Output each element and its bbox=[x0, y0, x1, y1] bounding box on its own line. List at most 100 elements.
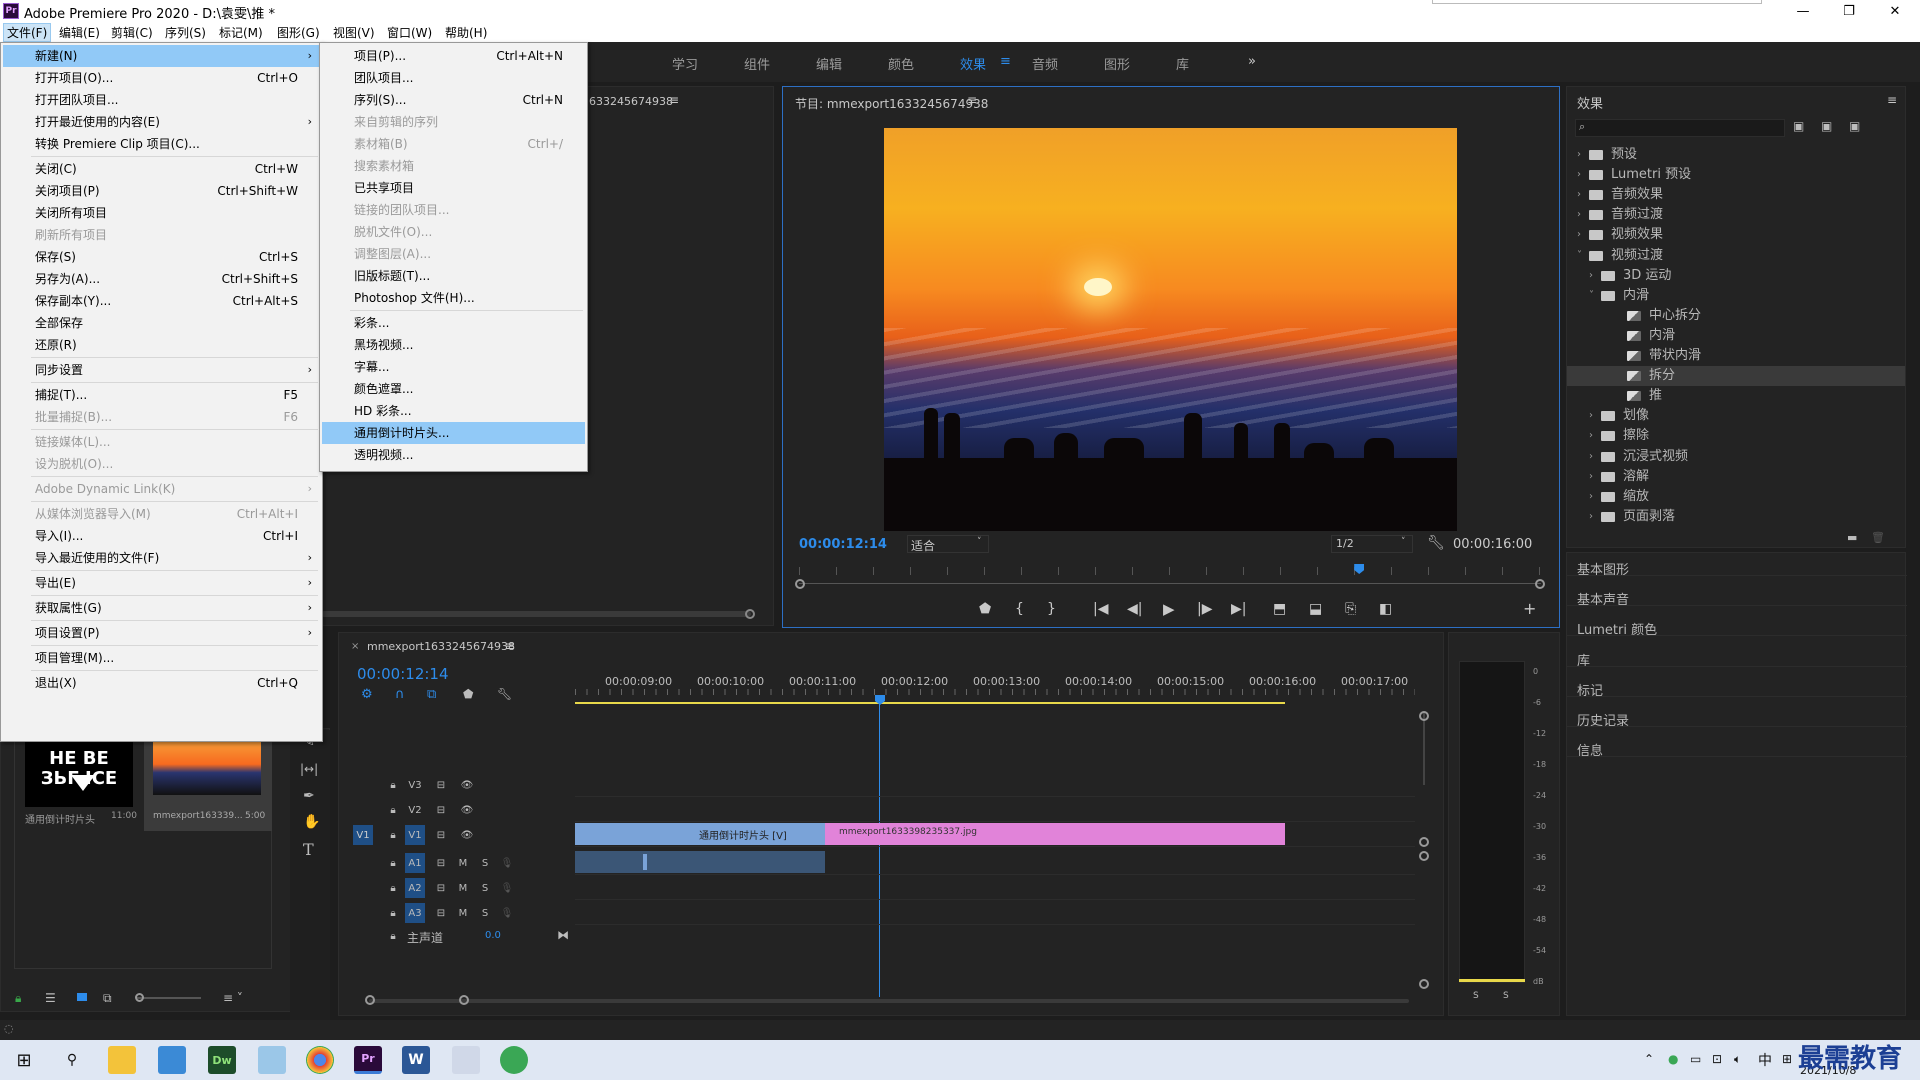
menu-item[interactable]: 打开最近使用的内容(E) › bbox=[3, 111, 320, 133]
export-frame-icon[interactable]: ⎘ bbox=[1345, 601, 1356, 617]
eye-icon[interactable]: 👁︎ bbox=[457, 775, 477, 795]
menu-sequence[interactable]: 序列(S) bbox=[162, 24, 209, 41]
effects-title[interactable]: 效果 bbox=[1577, 93, 1603, 112]
hand-tool-icon[interactable]: ✋ bbox=[303, 814, 320, 830]
sync-lock-icon[interactable]: ⊟ bbox=[431, 800, 451, 820]
file-explorer-icon[interactable] bbox=[108, 1046, 136, 1074]
scroll-handle[interactable] bbox=[1419, 711, 1429, 721]
voiceover-icon[interactable]: 🎙︎ bbox=[497, 878, 517, 898]
tray-network-icon[interactable]: ⊡ bbox=[1712, 1052, 1722, 1066]
menu-item[interactable]: 已共享项目 bbox=[322, 177, 585, 199]
menu-item[interactable]: 链接的团队项目... bbox=[322, 199, 585, 221]
menu-item[interactable]: Adobe Dynamic Link(K) › bbox=[3, 478, 320, 500]
track-target[interactable]: A1 bbox=[405, 853, 425, 873]
solo-button[interactable]: S bbox=[1473, 991, 1479, 1001]
source-tab[interactable]: 633245674938 bbox=[589, 95, 673, 108]
mixer-icon[interactable]: ⧓ bbox=[557, 928, 569, 942]
more-workspaces-icon[interactable]: » bbox=[1248, 54, 1256, 69]
menu-item[interactable]: 保存(S) Ctrl+S bbox=[3, 246, 320, 268]
zoom-handle[interactable] bbox=[135, 993, 144, 1002]
scroll-handle[interactable] bbox=[365, 995, 375, 1005]
menu-item[interactable]: 关闭项目(P) Ctrl+Shift+W bbox=[3, 180, 320, 202]
menu-item[interactable]: 通用倒计时片头... bbox=[322, 422, 585, 444]
chevron-right-icon[interactable]: › bbox=[1589, 426, 1593, 446]
sort-icon[interactable]: ≡ ˅ bbox=[223, 991, 243, 1005]
track-target[interactable]: A2 bbox=[405, 878, 425, 898]
notes-icon[interactable] bbox=[258, 1046, 286, 1074]
chevron-right-icon[interactable]: › bbox=[1589, 406, 1593, 426]
workspace-libraries[interactable]: 库 bbox=[1176, 54, 1189, 73]
workspace-learn[interactable]: 学习 bbox=[672, 54, 698, 73]
countdown-audio-clip[interactable] bbox=[575, 851, 825, 873]
menu-item[interactable]: 保存副本(Y)... Ctrl+Alt+S bbox=[3, 290, 320, 312]
step-forward-icon[interactable]: |▶ bbox=[1197, 601, 1212, 617]
menu-item[interactable]: 链接媒体(L)... bbox=[3, 431, 320, 453]
network-icon[interactable] bbox=[452, 1046, 480, 1074]
add-marker-icon[interactable]: ⬟ bbox=[463, 687, 473, 701]
menu-file[interactable]: 文件(F) bbox=[3, 23, 52, 42]
go-to-out-icon[interactable]: ▶| bbox=[1231, 601, 1246, 617]
chevron-down-icon[interactable]: ˅ bbox=[1577, 246, 1582, 266]
wrench-icon[interactable]: 🔧︎ bbox=[497, 687, 512, 701]
menu-item[interactable]: 设为脱机(O)... bbox=[3, 453, 320, 475]
lock-icon[interactable]: 🔒︎ bbox=[383, 800, 403, 820]
nest-icon[interactable]: ⚙ bbox=[361, 687, 373, 702]
menu-item[interactable]: 黑场视频... bbox=[322, 334, 585, 356]
effects-tree-item[interactable]: › 预设 bbox=[1567, 145, 1905, 165]
effects-tree-item[interactable]: › 页面剥落 bbox=[1567, 507, 1905, 527]
effects-tree-item[interactable]: ˅ 视频过渡 bbox=[1567, 246, 1905, 266]
menu-item[interactable]: 转换 Premiere Clip 项目(C)... bbox=[3, 133, 320, 155]
menu-window[interactable]: 窗口(W) bbox=[384, 24, 435, 41]
type-tool-icon[interactable]: T bbox=[303, 840, 314, 859]
accelerated-effects-icon[interactable]: ▣ bbox=[1793, 119, 1804, 133]
effects-tree-item[interactable]: › 视频效果 bbox=[1567, 225, 1905, 245]
video-frame[interactable] bbox=[884, 128, 1457, 531]
mute-icon[interactable]: M bbox=[453, 878, 473, 898]
track-target[interactable]: A3 bbox=[405, 903, 425, 923]
tray-app-icon[interactable]: ● bbox=[1668, 1052, 1678, 1066]
menu-view[interactable]: 视图(V) bbox=[330, 24, 378, 41]
sync-lock-icon[interactable]: ⊟ bbox=[431, 878, 451, 898]
linked-selection-icon[interactable]: ⧉ bbox=[427, 687, 436, 702]
mark-in-icon[interactable]: { bbox=[1015, 601, 1024, 617]
sync-lock-icon[interactable]: ⊟ bbox=[431, 825, 451, 845]
effects-tree-item[interactable]: 拆分 bbox=[1567, 366, 1905, 387]
track-target[interactable]: V2 bbox=[405, 800, 425, 820]
yuv-effects-icon[interactable]: ▣ bbox=[1849, 119, 1860, 133]
program-menu-icon[interactable]: ≡ bbox=[967, 93, 977, 107]
menu-item[interactable]: 另存为(A)... Ctrl+Shift+S bbox=[3, 268, 320, 290]
menu-item[interactable]: 团队项目... bbox=[322, 67, 585, 89]
menu-item[interactable]: 导入最近使用的文件(F) › bbox=[3, 547, 320, 569]
workspace-effects[interactable]: 效果 bbox=[960, 54, 986, 73]
scroll-handle[interactable] bbox=[745, 609, 755, 619]
menu-item[interactable]: 批量捕捉(B)... F6 bbox=[3, 406, 320, 428]
track-target[interactable]: V1 bbox=[405, 825, 425, 845]
sunset-thumbnail[interactable] bbox=[153, 739, 261, 795]
countdown-thumbnail[interactable]: НЕ ВЕ ЗЬГ ICE bbox=[25, 739, 133, 807]
menu-clip[interactable]: 剪辑(C) bbox=[108, 24, 156, 41]
menu-item[interactable]: 序列(S)... Ctrl+N bbox=[322, 89, 585, 111]
voiceover-icon[interactable]: 🎙︎ bbox=[497, 903, 517, 923]
chevron-right-icon[interactable]: › bbox=[1577, 225, 1581, 245]
timeline-timecode[interactable]: 00:00:12:14 bbox=[357, 665, 449, 683]
chevron-right-icon[interactable]: › bbox=[1589, 467, 1593, 487]
wrench-icon[interactable]: 🔧︎ bbox=[1427, 535, 1445, 551]
menu-item[interactable]: 透明视频... bbox=[322, 444, 585, 466]
effects-tree-item[interactable]: ˅ 内滑 bbox=[1567, 286, 1905, 306]
menu-item[interactable]: 旧版标题(T)... bbox=[322, 265, 585, 287]
work-area-bar[interactable] bbox=[575, 702, 1285, 704]
lock-icon[interactable]: 🔒︎ bbox=[383, 926, 403, 946]
effects-tree-item[interactable]: › 擦除 bbox=[1567, 426, 1905, 446]
effects-tree-item[interactable]: › 3D 运动 bbox=[1567, 266, 1905, 286]
mute-icon[interactable]: M bbox=[453, 903, 473, 923]
menu-item[interactable]: 项目管理(M)... bbox=[3, 647, 320, 669]
effects-tree-item[interactable]: 中心拆分 bbox=[1567, 306, 1905, 326]
maximize-button[interactable]: ❐ bbox=[1826, 0, 1872, 22]
workspace-audio[interactable]: 音频 bbox=[1032, 54, 1058, 73]
effects-tree-item[interactable]: › Lumetri 预设 bbox=[1567, 165, 1905, 185]
effects-tree-item[interactable]: › 音频效果 bbox=[1567, 185, 1905, 205]
solo-icon[interactable]: S bbox=[475, 853, 495, 873]
effects-tree-item[interactable]: › 划像 bbox=[1567, 406, 1905, 426]
effects-tree-item[interactable]: › 沉浸式视频 bbox=[1567, 447, 1905, 467]
tray-grid-icon[interactable]: ⊞ bbox=[1782, 1052, 1792, 1066]
